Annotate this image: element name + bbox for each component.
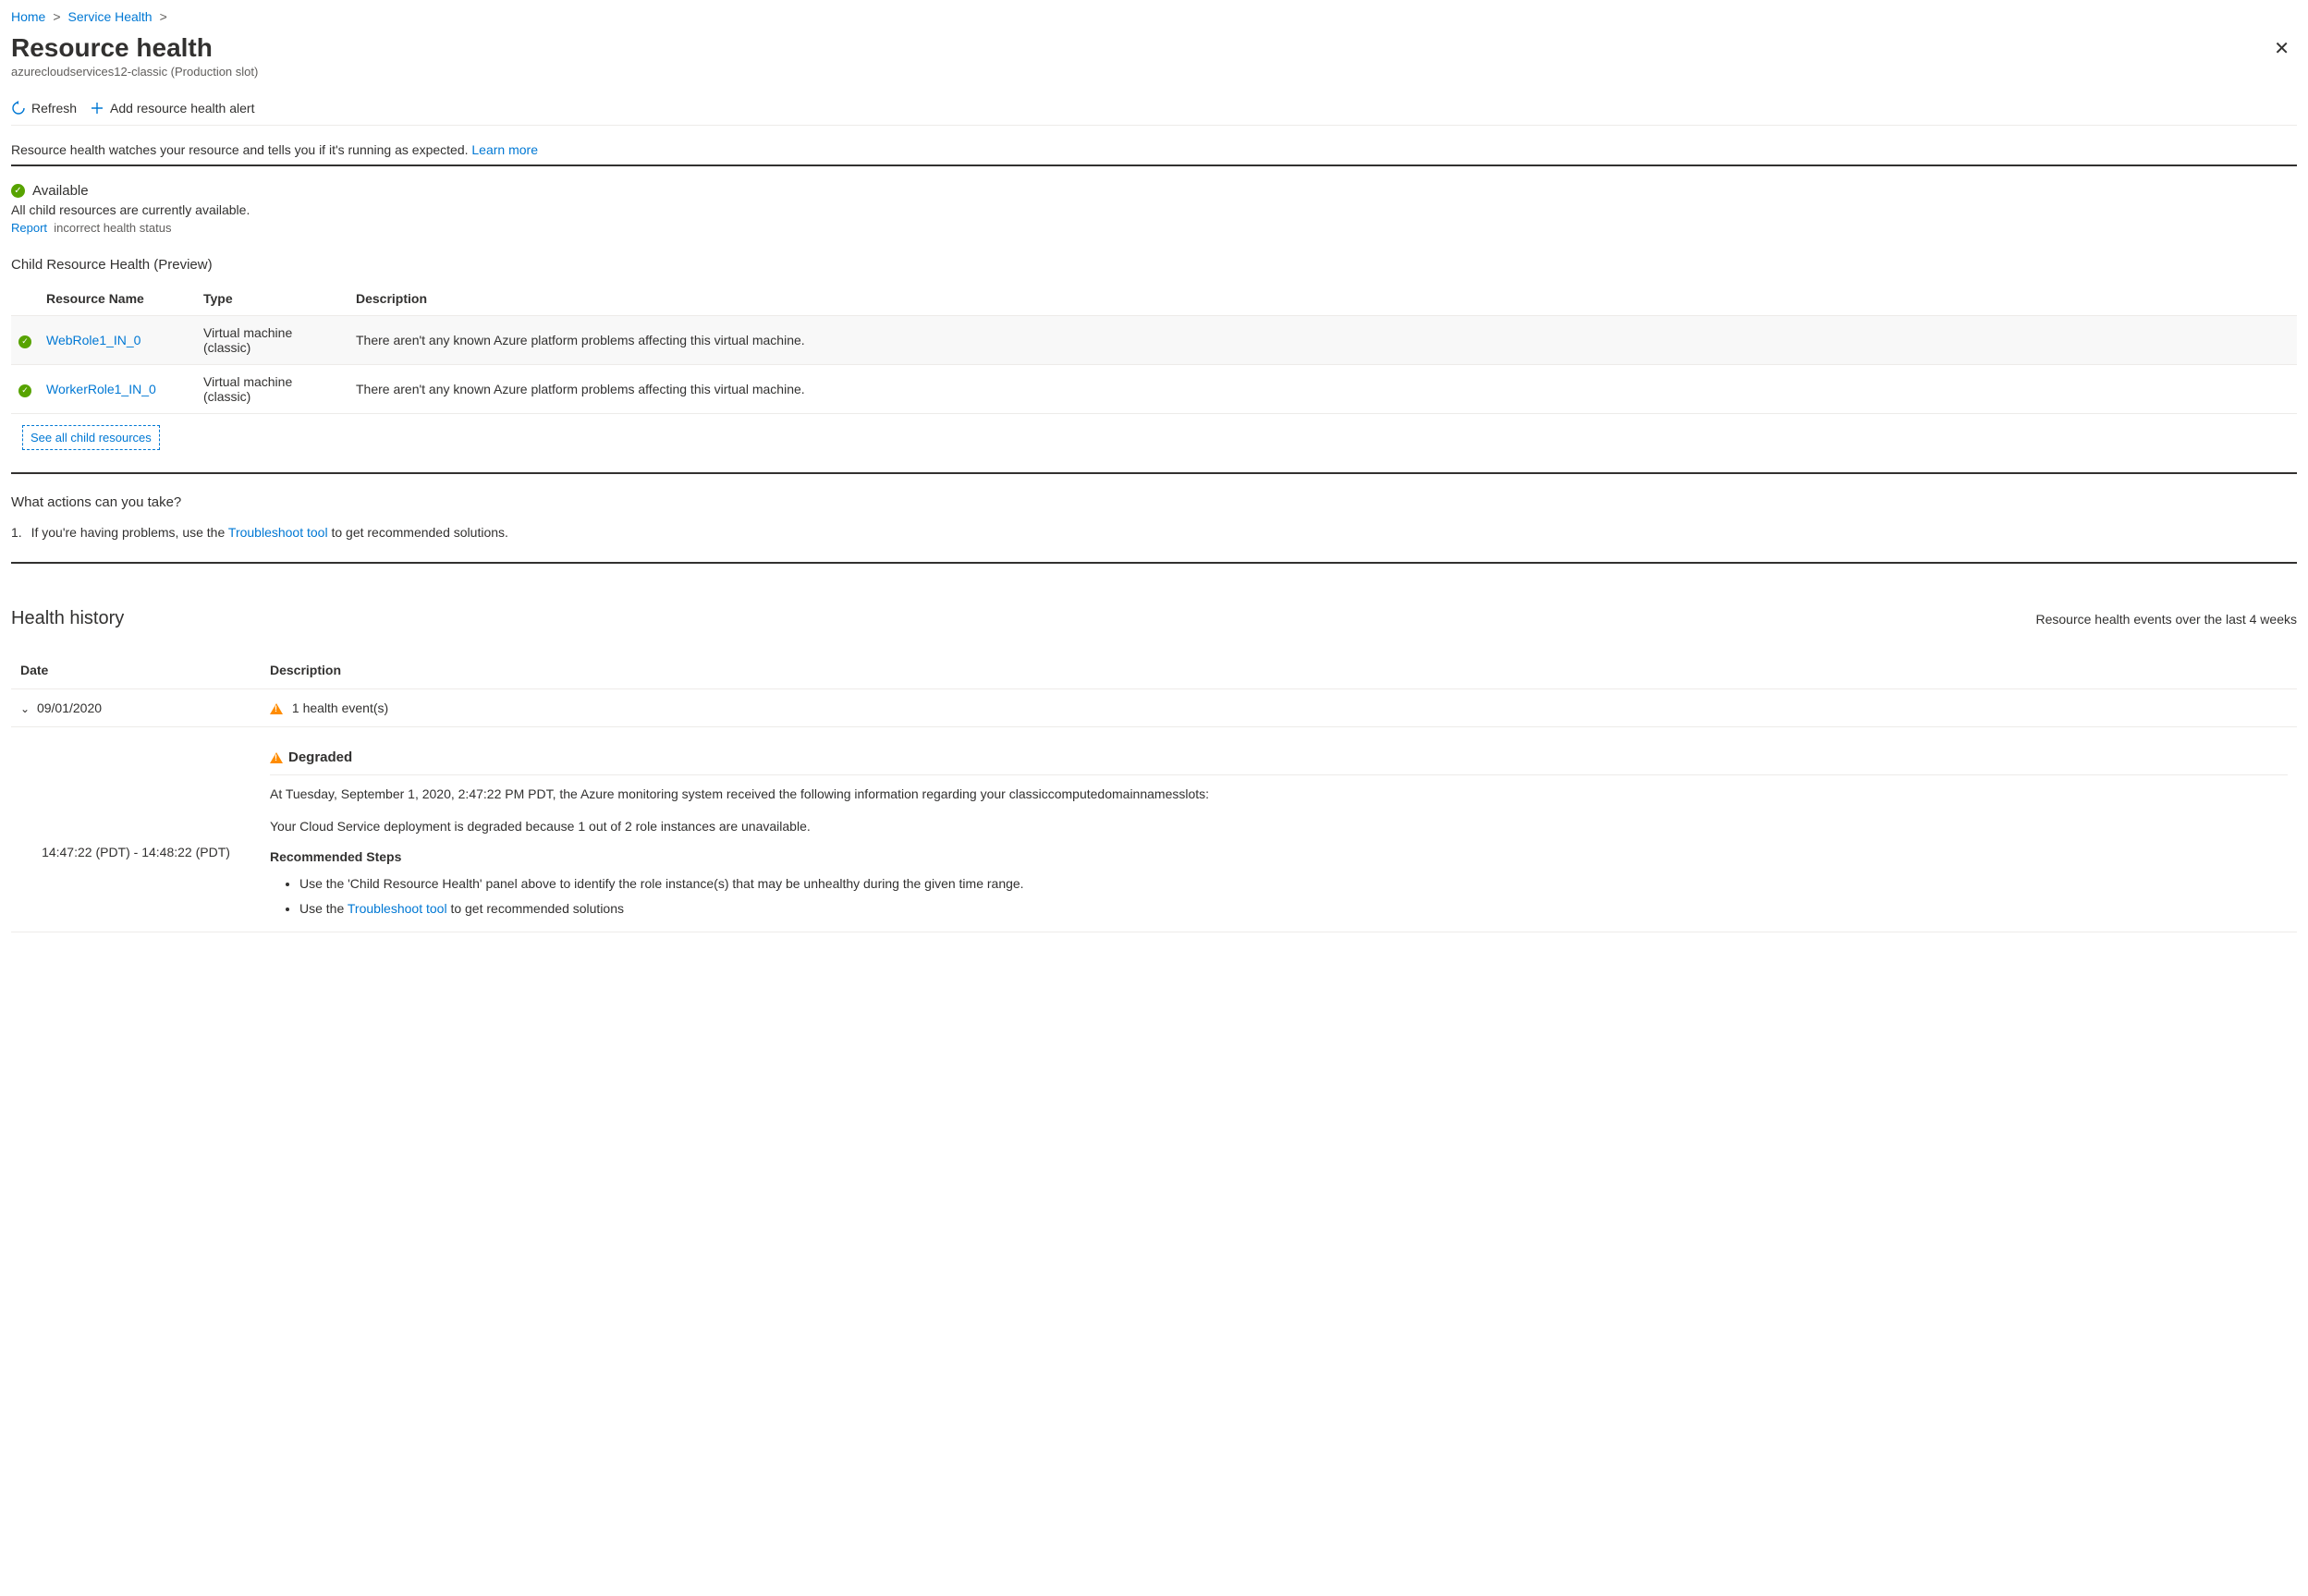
cell-type: Virtual machine (classic) xyxy=(196,365,348,414)
col-date: Date xyxy=(11,652,261,689)
refresh-button[interactable]: Refresh xyxy=(11,101,77,116)
history-heading: Health history xyxy=(11,608,124,629)
intro-text: Resource health watches your resource an… xyxy=(11,142,2297,166)
page-subtitle: azurecloudservices12-classic (Production… xyxy=(11,65,258,79)
table-header-row: Date Description xyxy=(11,652,2297,689)
recommended-steps-list: Use the 'Child Resource Health' panel ab… xyxy=(299,871,2288,920)
col-resource-name: Resource Name xyxy=(39,282,196,316)
event-title: Degraded xyxy=(288,749,352,765)
history-summary: 1 health event(s) xyxy=(292,701,388,715)
report-link[interactable]: Report xyxy=(11,221,47,235)
breadcrumb-home[interactable]: Home xyxy=(11,9,45,24)
table-header-row: Resource Name Type Description xyxy=(11,282,2297,316)
check-circle-icon: ✓ xyxy=(11,184,25,198)
event-title-row: Degraded xyxy=(270,749,2288,775)
history-range-text: Resource health events over the last 4 w… xyxy=(2036,612,2298,627)
see-all-child-resources[interactable]: See all child resources xyxy=(22,425,160,450)
list-item: Use the Troubleshoot tool to get recomme… xyxy=(299,896,2288,921)
list-item: Use the 'Child Resource Health' panel ab… xyxy=(299,871,2288,896)
divider xyxy=(11,472,2297,474)
cell-desc: There aren't any known Azure platform pr… xyxy=(348,365,2297,414)
cell-desc: There aren't any known Azure platform pr… xyxy=(348,316,2297,365)
learn-more-link[interactable]: Learn more xyxy=(471,142,538,157)
page-title: Resource health xyxy=(11,33,258,63)
troubleshoot-tool-link[interactable]: Troubleshoot tool xyxy=(228,525,328,540)
child-resource-table: Resource Name Type Description ✓ WebRole… xyxy=(11,282,2297,414)
table-row[interactable]: ✓ WebRole1_IN_0 Virtual machine (classic… xyxy=(11,316,2297,365)
chevron-right-icon: > xyxy=(53,9,60,24)
history-time-range: 14:47:22 (PDT) - 14:48:22 (PDT) xyxy=(11,727,261,932)
refresh-label: Refresh xyxy=(31,101,77,116)
status-row: ✓ Available xyxy=(11,183,2297,199)
chevron-down-icon: ⌄ xyxy=(20,702,30,715)
col-type: Type xyxy=(196,282,348,316)
close-icon: ✕ xyxy=(2274,39,2290,59)
history-detail-row: 14:47:22 (PDT) - 14:48:22 (PDT) Degraded… xyxy=(11,727,2297,932)
close-button[interactable]: ✕ xyxy=(2266,33,2297,64)
status-label: Available xyxy=(32,183,89,199)
report-line: Report incorrect health status xyxy=(11,221,2297,235)
breadcrumb: Home > Service Health > xyxy=(11,9,2297,24)
col-description: Description xyxy=(261,652,2297,689)
divider xyxy=(11,562,2297,564)
cell-type: Virtual machine (classic) xyxy=(196,316,348,365)
check-circle-icon: ✓ xyxy=(18,384,31,397)
event-p1: At Tuesday, September 1, 2020, 2:47:22 P… xyxy=(270,785,2288,804)
add-alert-button[interactable]: Add resource health alert xyxy=(90,101,254,116)
resource-link[interactable]: WorkerRole1_IN_0 xyxy=(46,382,156,396)
actions-heading: What actions can you take? xyxy=(11,494,2297,510)
resource-link[interactable]: WebRole1_IN_0 xyxy=(46,333,140,347)
history-date-row[interactable]: ⌄ 09/01/2020 1 health event(s) xyxy=(11,689,2297,727)
table-row[interactable]: ✓ WorkerRole1_IN_0 Virtual machine (clas… xyxy=(11,365,2297,414)
breadcrumb-service-health[interactable]: Service Health xyxy=(68,9,153,24)
warning-icon xyxy=(270,752,283,763)
history-date: 09/01/2020 xyxy=(37,701,102,715)
report-rest: incorrect health status xyxy=(54,221,171,235)
warning-icon xyxy=(270,703,283,714)
col-description: Description xyxy=(348,282,2297,316)
status-subtitle: All child resources are currently availa… xyxy=(11,202,2297,217)
child-health-heading: Child Resource Health (Preview) xyxy=(11,257,2297,273)
history-header: Health history Resource health events ov… xyxy=(11,608,2297,629)
toolbar: Refresh Add resource health alert xyxy=(11,95,2297,126)
actions-list: 1. If you're having problems, use the Tr… xyxy=(11,525,2297,540)
refresh-icon xyxy=(11,101,26,116)
recommended-steps-heading: Recommended Steps xyxy=(270,849,2288,864)
add-alert-label: Add resource health alert xyxy=(110,101,254,116)
check-circle-icon: ✓ xyxy=(18,335,31,348)
history-table: Date Description ⌄ 09/01/2020 1 health e… xyxy=(11,652,2297,932)
event-p2: Your Cloud Service deployment is degrade… xyxy=(270,817,2288,836)
troubleshoot-tool-link[interactable]: Troubleshoot tool xyxy=(348,901,447,916)
plus-icon xyxy=(90,101,104,116)
chevron-right-icon: > xyxy=(160,9,167,24)
